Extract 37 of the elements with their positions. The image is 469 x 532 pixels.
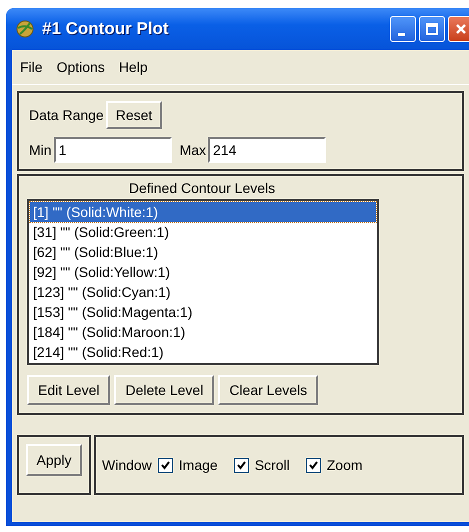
minimize-button[interactable] (390, 16, 416, 42)
close-icon (454, 22, 468, 36)
list-item[interactable]: [153] "" (Solid:Magenta:1) (30, 302, 376, 322)
window-label: Window (102, 457, 152, 473)
checkbox-label[interactable]: Scroll (254, 457, 290, 473)
data-range-label: Data Range (29, 107, 104, 123)
window-title: #1 Contour Plot (42, 19, 169, 39)
list-item[interactable]: [184] "" (Solid:Maroon:1) (30, 322, 376, 342)
reset-button[interactable]: Reset (106, 101, 162, 129)
checkbox-label[interactable]: Zoom (326, 457, 363, 473)
list-item[interactable]: [1] "" (Solid:White:1) (30, 202, 376, 222)
close-button[interactable] (448, 16, 469, 42)
list-item[interactable]: [31] "" (Solid:Green:1) (30, 222, 376, 242)
level-button[interactable]: Edit Level (27, 375, 110, 405)
list-item[interactable]: [123] "" (Solid:Cyan:1) (30, 282, 376, 302)
apply-button[interactable]: Apply (26, 444, 82, 476)
level-button[interactable]: Delete Level (114, 375, 214, 405)
maximize-icon (425, 22, 439, 36)
list-item[interactable]: [214] "" (Solid:Red:1) (30, 342, 376, 362)
menu-item[interactable]: Options (56, 59, 105, 75)
globe-icon (16, 20, 34, 38)
level-button[interactable]: Clear Levels (218, 375, 318, 405)
checkbox[interactable] (306, 458, 321, 472)
max-field[interactable]: 214 (208, 137, 326, 163)
list-item[interactable]: [92] "" (Solid:Yellow:1) (30, 262, 376, 282)
checkbox[interactable] (234, 458, 249, 472)
maximize-button[interactable] (419, 16, 445, 42)
checkbox[interactable] (158, 458, 173, 472)
min-field[interactable]: 1 (54, 137, 172, 163)
checkbox-label[interactable]: Image (178, 457, 218, 473)
menu-item[interactable]: Help (118, 59, 148, 75)
list-item[interactable]: [62] "" (Solid:Blue:1) (30, 242, 376, 262)
minimize-icon (398, 32, 405, 36)
max-label: Max (180, 142, 206, 158)
list-heading: Defined Contour Levels (128, 180, 276, 196)
min-label: Min (29, 142, 52, 158)
menu-item[interactable]: File (20, 59, 43, 75)
